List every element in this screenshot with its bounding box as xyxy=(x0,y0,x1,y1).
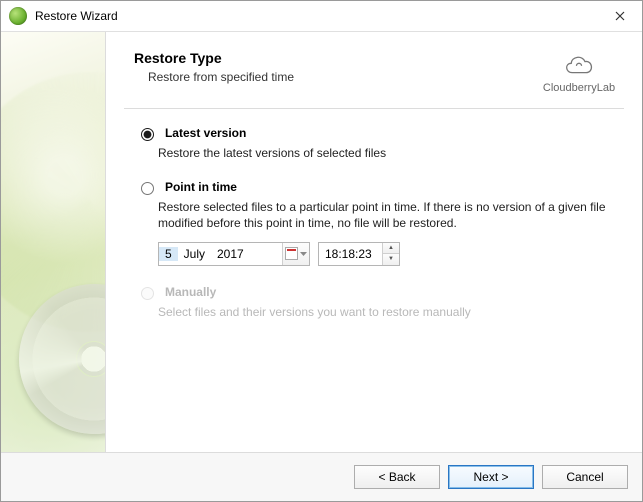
titlebar: Restore Wizard xyxy=(1,1,642,32)
datetime-row: 5 July 2017 18:18:23 ▲ xyxy=(158,242,620,266)
spinner-down[interactable]: ▼ xyxy=(383,254,399,265)
option-manually: Manually Select files and their versions… xyxy=(136,284,620,320)
close-button[interactable] xyxy=(597,1,642,31)
option-latest-desc: Restore the latest versions of selected … xyxy=(158,145,620,161)
sidebar-illustration xyxy=(1,32,105,452)
time-value[interactable]: 18:18:23 xyxy=(319,247,382,261)
app-icon xyxy=(9,7,27,25)
option-manually-row: Manually xyxy=(136,284,620,300)
option-latest-row[interactable]: Latest version xyxy=(136,125,620,141)
date-picker[interactable]: 5 July 2017 xyxy=(158,242,310,266)
radio-point-in-time[interactable] xyxy=(141,182,154,195)
page-subtitle: Restore from specified time xyxy=(148,70,294,84)
time-spinner[interactable]: ▲ ▼ xyxy=(382,243,399,265)
header-text: Restore Type Restore from specified time xyxy=(134,50,294,84)
footer: < Back Next > Cancel xyxy=(1,452,642,501)
restore-options: Latest version Restore the latest versio… xyxy=(134,125,624,320)
option-point-in-time: Point in time Restore selected files to … xyxy=(136,179,620,265)
date-day[interactable]: 5 xyxy=(159,247,178,261)
calendar-icon xyxy=(285,247,298,260)
calendar-dropdown-button[interactable] xyxy=(282,243,309,265)
cloud-icon xyxy=(562,50,596,80)
option-latest-label: Latest version xyxy=(165,126,246,140)
option-point-row[interactable]: Point in time xyxy=(136,179,620,195)
option-point-label: Point in time xyxy=(165,180,237,194)
page-title: Restore Type xyxy=(134,50,294,66)
brand-logo: CloudberryLab xyxy=(534,50,624,94)
body: Restore Type Restore from specified time… xyxy=(1,32,642,452)
restore-wizard-window: Restore Wizard Restore Type Restore from… xyxy=(0,0,643,502)
date-year[interactable]: 2017 xyxy=(211,247,250,261)
separator xyxy=(124,108,624,109)
time-picker[interactable]: 18:18:23 ▲ ▼ xyxy=(318,242,400,266)
header-row: Restore Type Restore from specified time… xyxy=(134,50,624,94)
main-panel: Restore Type Restore from specified time… xyxy=(105,32,642,452)
radio-latest-version[interactable] xyxy=(141,128,154,141)
option-latest-version: Latest version Restore the latest versio… xyxy=(136,125,620,161)
date-month[interactable]: July xyxy=(178,247,211,261)
cancel-button[interactable]: Cancel xyxy=(542,465,628,489)
chevron-down-icon xyxy=(300,252,307,256)
option-point-desc: Restore selected files to a particular p… xyxy=(158,199,620,231)
brand-label: CloudberryLab xyxy=(534,82,624,94)
spinner-up[interactable]: ▲ xyxy=(383,243,399,255)
option-manually-desc: Select files and their versions you want… xyxy=(158,304,620,320)
window-title: Restore Wizard xyxy=(35,9,118,23)
radio-manually xyxy=(141,287,154,300)
back-button[interactable]: < Back xyxy=(354,465,440,489)
next-button[interactable]: Next > xyxy=(448,465,534,489)
option-manually-label: Manually xyxy=(165,285,216,299)
close-icon xyxy=(615,11,625,21)
